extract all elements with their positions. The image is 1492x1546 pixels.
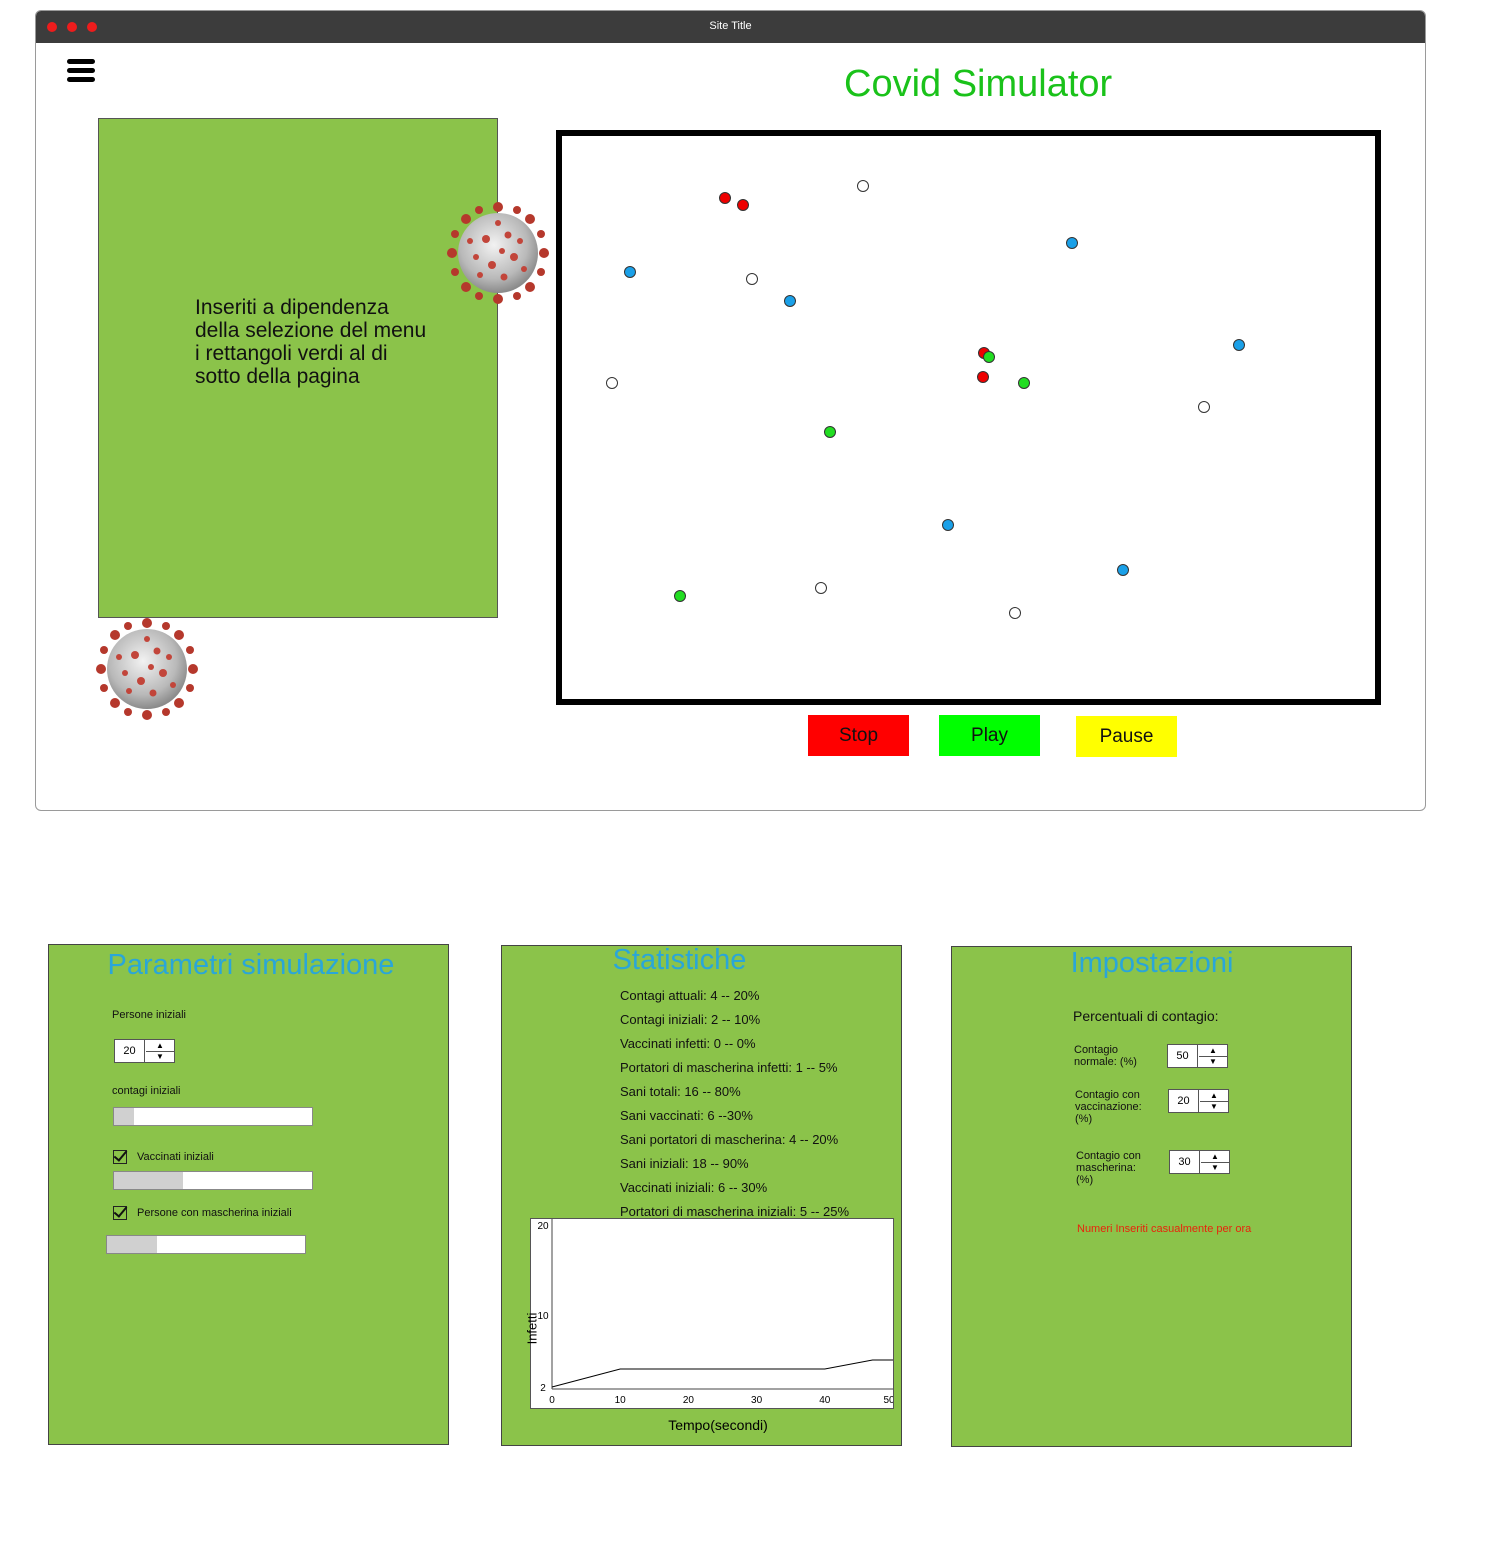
healthy-person-dot [857,180,869,192]
mascherina-iniziali-checkbox[interactable] [113,1206,127,1220]
slider-fill [114,1108,134,1125]
vaccinated-person-dot [942,519,954,531]
statistiche-title: Statistiche [612,944,747,976]
stat-line: Portatori di mascherina iniziali: 5 -- 2… [620,1204,850,1219]
percentuali-heading: Percentuali di contagio: [1073,1008,1219,1024]
chart-svg: 0 10 20 30 40 5020102 [537,1219,895,1406]
healthy-person-dot [746,273,758,285]
simulation-canvas [556,130,1381,705]
coronavirus-icon [447,202,549,304]
infected-person-dot [737,199,749,211]
browser-window: Site Title Covid Simulator Inseriti a di… [35,10,1426,811]
random-numbers-note: Numeri Inseriti casualmente per ora [1077,1223,1252,1235]
parametri-title: Parametri simulazione [107,949,395,981]
decrement-arrow-icon[interactable]: ▼ [1200,1101,1228,1112]
y-tick-label: 2 [540,1383,546,1394]
stop-button[interactable]: Stop [808,715,909,756]
healthy-person-dot [1198,401,1210,413]
info-panel-text: Inseriti a dipendenza della selezione de… [195,296,427,388]
page-title: Covid Simulator [844,63,1113,105]
x-tick-label: 0 [549,1395,555,1406]
statistiche-panel: Statistiche Contagi attuali: 4 -- 20% Co… [501,944,902,1446]
chart-ylabel: Infetti [524,1312,540,1345]
infetti-series-line [551,1359,893,1388]
slider-fill [107,1236,157,1253]
impostazioni-panel: Impostazioni Percentuali di contagio: Co… [951,946,1352,1447]
healthy-person-dot [815,582,827,594]
impostazioni-title: Impostazioni [1070,947,1234,979]
persone-iniziali-stepper[interactable]: 20 ▲ ▼ [114,1039,175,1063]
stat-line: Vaccinati iniziali: 6 -- 30% [620,1180,768,1195]
pause-button[interactable]: Pause [1076,716,1177,757]
play-button[interactable]: Play [939,715,1040,756]
x-tick-label: 40 [819,1395,831,1406]
contagio-vaccinazione-stepper[interactable]: 20 ▲ ▼ [1168,1089,1229,1113]
info-panel: Inseriti a dipendenza della selezione de… [98,118,498,618]
chart-ticks: 0 10 20 30 40 5020102 [537,1221,895,1406]
vaccinated-person-dot [1233,339,1245,351]
infected-person-dot [977,371,989,383]
contagio-mascherina-value: 30 [1170,1151,1200,1173]
stat-line: Vaccinati infetti: 0 -- 0% [620,1036,756,1051]
persone-iniziali-value: 20 [115,1040,145,1062]
healthy-person-dot [1009,607,1021,619]
vaccinated-person-dot [1117,564,1129,576]
mascherina-iniziali-slider[interactable] [106,1235,306,1254]
contagio-mascherina-stepper[interactable]: 30 ▲ ▼ [1169,1150,1230,1174]
chart-xlabel: Tempo(secondi) [668,1417,768,1433]
parametri-simulazione-panel: Parametri simulazione Persone iniziali 2… [48,944,449,1445]
x-tick-label: 20 [683,1395,695,1406]
window-title: Site Title [709,20,752,32]
stat-line: Sani vaccinati: 6 --30% [620,1108,753,1123]
coronavirus-icon [96,618,198,720]
stat-line: Sani totali: 16 -- 80% [620,1084,741,1099]
chart-series [551,1359,893,1388]
x-tick-label: 30 [751,1395,763,1406]
hamburger-menu-icon[interactable] [67,59,95,83]
x-tick-label: 10 [615,1395,627,1406]
vaccinati-iniziali-slider[interactable] [113,1171,313,1190]
stat-line: Sani iniziali: 18 -- 90% [620,1156,749,1171]
decrement-arrow-icon[interactable]: ▼ [1201,1162,1229,1173]
vaccinati-iniziali-checkbox[interactable] [113,1150,127,1164]
masked-person-dot [983,351,995,363]
vaccinati-iniziali-label: Vaccinati iniziali [137,1151,214,1163]
contagio-normale-label: Contagio normale: (%) [1074,1044,1137,1068]
vaccinated-person-dot [1066,237,1078,249]
contagi-iniziali-slider[interactable] [113,1107,313,1126]
contagio-vaccinazione-value: 20 [1169,1090,1199,1112]
stat-line: Sani portatori di mascherina: 4 -- 20% [620,1132,839,1147]
decrement-arrow-icon[interactable]: ▼ [1199,1056,1227,1067]
persone-iniziali-label: Persone iniziali [112,1009,186,1021]
decrement-arrow-icon[interactable]: ▼ [146,1051,174,1062]
contagio-mascherina-label: Contagio con mascherina: (%) [1076,1150,1141,1186]
y-tick-label: 20 [537,1221,549,1232]
window-titlebar: Site Title [36,11,1425,43]
contagi-iniziali-label: contagi iniziali [112,1085,181,1097]
infetti-chart: 0 10 20 30 40 50 20 10 2 [530,1218,895,1409]
mascherina-iniziali-label: Persone con mascherina iniziali [137,1207,292,1219]
vaccinated-person-dot [624,266,636,278]
vaccinated-person-dot [784,295,796,307]
masked-person-dot [674,590,686,602]
contagio-normale-value: 50 [1168,1045,1198,1067]
contagio-vaccinazione-label: Contagio con vaccinazione: (%) [1075,1089,1142,1125]
stat-line: Portatori di mascherina infetti: 1 -- 5% [620,1060,838,1075]
stat-line: Contagi iniziali: 2 -- 10% [620,1012,761,1027]
x-tick-label: 50 [883,1395,893,1406]
healthy-person-dot [606,377,618,389]
stat-line: Contagi attuali: 4 -- 20% [620,988,760,1003]
contagio-normale-stepper[interactable]: 50 ▲ ▼ [1167,1044,1228,1068]
slider-fill [114,1172,184,1189]
infected-person-dot [719,192,731,204]
masked-person-dot [1018,377,1030,389]
masked-person-dot [824,426,836,438]
